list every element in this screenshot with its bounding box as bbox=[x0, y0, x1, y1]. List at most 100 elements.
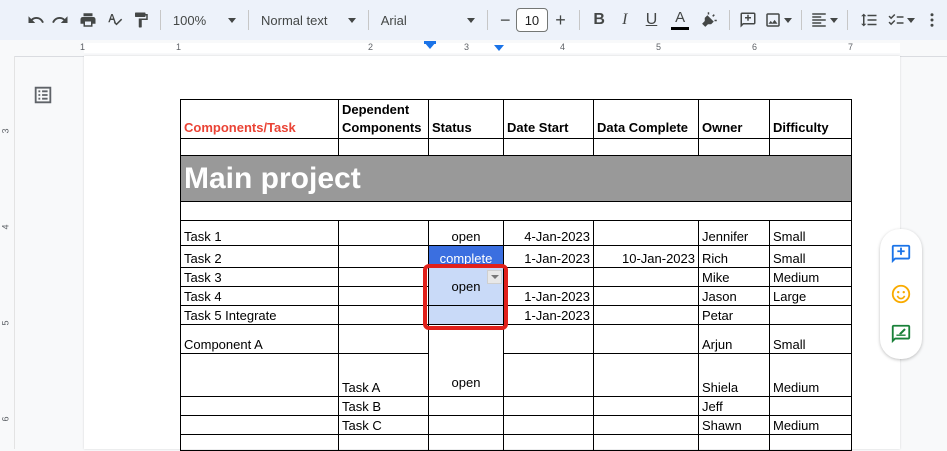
difficulty-cell[interactable]: Large bbox=[769, 286, 852, 306]
vertical-ruler[interactable]: 3 4 5 6 bbox=[0, 56, 15, 449]
line-spacing-icon[interactable] bbox=[854, 6, 884, 34]
difficulty-cell[interactable]: Small bbox=[769, 245, 852, 268]
table-cell[interactable] bbox=[180, 434, 339, 451]
task-cell[interactable]: Task 3 bbox=[180, 267, 339, 287]
task-cell[interactable] bbox=[180, 396, 339, 416]
task-cell[interactable]: Task 1 bbox=[180, 220, 339, 246]
print-icon[interactable] bbox=[73, 6, 103, 34]
checklist-icon[interactable] bbox=[884, 6, 918, 34]
bold-icon[interactable]: B bbox=[586, 6, 612, 34]
suggest-edits-icon[interactable] bbox=[890, 323, 912, 345]
first-line-indent-marker[interactable] bbox=[424, 41, 436, 44]
date-complete-cell[interactable] bbox=[593, 286, 699, 306]
difficulty-cell[interactable] bbox=[769, 396, 852, 416]
date-complete-cell[interactable] bbox=[593, 305, 699, 325]
date-complete-cell[interactable] bbox=[593, 220, 699, 246]
date-complete-cell[interactable]: 10-Jan-2023 bbox=[593, 245, 699, 268]
date-start-cell[interactable]: 4-Jan-2023 bbox=[503, 220, 594, 246]
table-cell[interactable] bbox=[698, 138, 770, 156]
decrease-font-size-button[interactable]: − bbox=[494, 6, 516, 34]
table-cell[interactable] bbox=[503, 434, 594, 451]
banner-title[interactable]: Main project bbox=[180, 155, 852, 202]
task-cell[interactable] bbox=[180, 353, 339, 397]
task-cell[interactable]: Task 2 bbox=[180, 245, 339, 268]
dependent-cell[interactable] bbox=[338, 220, 429, 246]
date-start-cell[interactable]: 1-Jan-2023 bbox=[503, 245, 594, 268]
date-start-cell[interactable] bbox=[503, 353, 594, 397]
difficulty-cell[interactable]: Small bbox=[769, 324, 852, 354]
project-table[interactable]: Components/Task Dependent Components Sta… bbox=[180, 99, 852, 451]
more-icon[interactable] bbox=[917, 6, 947, 34]
dependent-cell[interactable]: Task C bbox=[338, 415, 429, 435]
font-select[interactable]: Arial bbox=[375, 13, 482, 28]
table-cell[interactable] bbox=[338, 434, 429, 451]
owner-cell[interactable]: Petar bbox=[698, 305, 770, 325]
document-outline-icon[interactable] bbox=[32, 84, 54, 106]
difficulty-cell[interactable] bbox=[769, 305, 852, 325]
date-start-cell[interactable]: 1-Jan-2023 bbox=[503, 305, 594, 325]
paint-format-icon[interactable] bbox=[128, 6, 154, 34]
table-cell[interactable] bbox=[428, 434, 504, 451]
owner-cell[interactable]: Jason bbox=[698, 286, 770, 306]
header-difficulty[interactable]: Difficulty bbox=[769, 99, 852, 139]
undo-icon[interactable] bbox=[24, 6, 48, 34]
dependent-cell[interactable] bbox=[338, 267, 429, 287]
header-data-complete[interactable]: Data Complete bbox=[593, 99, 699, 139]
insert-image-icon[interactable] bbox=[761, 6, 795, 34]
task-cell[interactable]: Component A bbox=[180, 324, 339, 354]
table-cell[interactable] bbox=[503, 138, 594, 156]
table-cell[interactable] bbox=[593, 434, 699, 451]
header-components-task[interactable]: Components/Task bbox=[180, 99, 339, 139]
add-comment-icon[interactable] bbox=[890, 243, 912, 265]
table-cell[interactable] bbox=[428, 138, 504, 156]
date-start-cell[interactable] bbox=[503, 396, 594, 416]
zoom-select[interactable]: 100% bbox=[167, 13, 242, 28]
status-cell[interactable] bbox=[428, 396, 504, 416]
dependent-cell[interactable]: Task B bbox=[338, 396, 429, 416]
increase-font-size-button[interactable]: + bbox=[548, 6, 574, 34]
horizontal-ruler[interactable]: 1 1 2 3 4 5 6 7 bbox=[0, 40, 947, 57]
owner-cell[interactable]: Shiela bbox=[698, 353, 770, 397]
table-cell[interactable] bbox=[769, 434, 852, 451]
owner-cell[interactable]: Jeff bbox=[698, 396, 770, 416]
date-complete-cell[interactable] bbox=[593, 267, 699, 287]
owner-cell[interactable]: Jennifer bbox=[698, 220, 770, 246]
owner-cell[interactable]: Rich bbox=[698, 245, 770, 268]
emoji-reaction-icon[interactable] bbox=[890, 283, 912, 305]
date-start-cell[interactable] bbox=[503, 324, 594, 354]
task-cell[interactable] bbox=[180, 415, 339, 435]
dependent-cell[interactable] bbox=[338, 286, 429, 306]
header-date-start[interactable]: Date Start bbox=[503, 99, 594, 139]
status-cell[interactable] bbox=[428, 415, 504, 435]
difficulty-cell[interactable]: Medium bbox=[769, 415, 852, 435]
difficulty-cell[interactable]: Medium bbox=[769, 267, 852, 287]
table-cell[interactable] bbox=[180, 138, 339, 156]
date-complete-cell[interactable] bbox=[593, 415, 699, 435]
dropdown-chip-icon[interactable] bbox=[487, 270, 502, 284]
date-complete-cell[interactable] bbox=[593, 396, 699, 416]
paragraph-style-select[interactable]: Normal text bbox=[255, 13, 362, 28]
spellcheck-icon[interactable] bbox=[103, 6, 129, 34]
table-cell[interactable] bbox=[769, 138, 852, 156]
table-cell[interactable] bbox=[180, 201, 852, 221]
redo-icon[interactable] bbox=[47, 6, 73, 34]
owner-cell[interactable]: Arjun bbox=[698, 324, 770, 354]
underline-icon[interactable]: U bbox=[638, 6, 666, 34]
align-icon[interactable] bbox=[808, 6, 842, 34]
owner-cell[interactable]: Mike bbox=[698, 267, 770, 287]
table-cell[interactable] bbox=[698, 434, 770, 451]
dependent-cell[interactable] bbox=[338, 324, 429, 354]
add-comment-icon[interactable] bbox=[736, 6, 762, 34]
date-start-cell[interactable] bbox=[503, 267, 594, 287]
task-cell[interactable]: Task 5 Integrate bbox=[180, 305, 339, 325]
right-indent-marker[interactable] bbox=[494, 45, 504, 51]
header-owner[interactable]: Owner bbox=[698, 99, 770, 139]
status-cell[interactable]: open bbox=[428, 324, 504, 397]
date-start-cell[interactable] bbox=[503, 415, 594, 435]
difficulty-cell[interactable]: Medium bbox=[769, 353, 852, 397]
highlight-icon[interactable] bbox=[695, 6, 723, 34]
dependent-cell[interactable] bbox=[338, 245, 429, 268]
difficulty-cell[interactable]: Small bbox=[769, 220, 852, 246]
dependent-cell[interactable] bbox=[338, 305, 429, 325]
date-complete-cell[interactable] bbox=[593, 324, 699, 354]
